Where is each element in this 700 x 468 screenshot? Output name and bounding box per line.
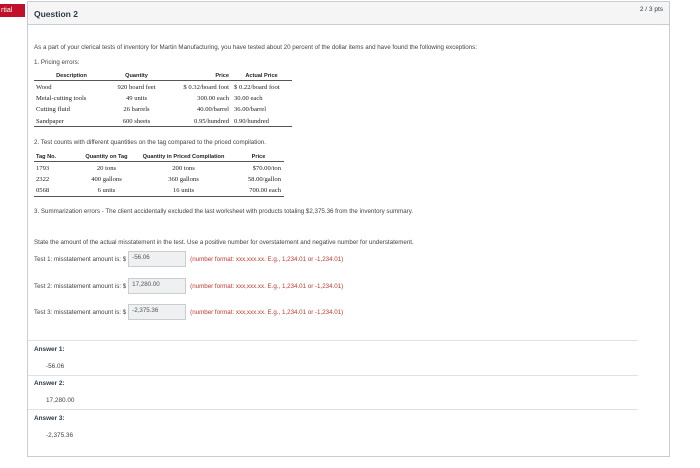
answer-divider [28,375,638,376]
question-header: Question 2 2 / 3 pts [28,2,669,25]
table-header-row: Tag No. Quantity on Tag Quantity in Pric… [34,154,284,162]
answer-2-value: 17,280.00 [46,397,75,404]
table-row: 0568 6 units 16 units 700.00 each [34,184,284,197]
column-header: Price [164,73,232,81]
table-cell: 0.90/hundred [232,115,292,127]
table-cell: 700.00 each [234,184,284,197]
table-cell: 40.00/barrel [196,106,229,114]
table-cell: 300.00 each [197,94,229,102]
column-header: Tag No. [34,154,80,162]
table-cell: 30.00 each [234,94,263,102]
test-1-format-hint: (number format: xxx,xxx.xx. E.g., 1,234.… [190,255,344,263]
test-3-format-hint: (number format: xxx,xxx.xx. E.g., 1,234.… [190,308,344,316]
answer-3-value: -2,375.36 [46,432,74,439]
pricing-errors-table: Description Quantity Price Actual Price … [34,73,292,127]
instruction-text: State the amount of the actual misstatem… [34,239,414,246]
test-2-label: Test 2: misstatement amount is: $ [34,282,127,290]
test-3-input[interactable]: -2,375.36 [128,304,187,320]
question-title: Question 2 [34,9,78,19]
section-2-title: 2. Test counts with different quantities… [34,139,266,146]
table-cell: 920 board feet [117,83,156,91]
test-counts-table: Tag No. Quantity on Tag Quantity in Pric… [34,154,284,197]
table-cell: 0568 [34,184,80,197]
answer-divider [28,340,638,341]
table-cell: 49 units [125,94,148,102]
table-cell: 1793 [36,164,50,172]
column-header: Quantity in Priced Compilation [134,154,234,162]
table-cell: 200 tons [172,164,195,172]
table-row: 2322 400 gallons 360 gallons 58.00/gallo… [34,173,284,185]
test-2-format-hint: (number format: xxx,xxx.xx. E.g., 1,234.… [190,282,344,290]
table-cell: 6 units [80,184,134,197]
table-row: Metal-cutting tools 49 units 300.00 each… [34,92,292,104]
table-cell: 360 gallons [168,175,199,183]
table-row: Cutting fluid 26 barrels 40.00/barrel 36… [34,104,292,116]
answer-divider [28,409,638,410]
test-1-label: Test 1: misstatement amount is: $ [34,255,127,263]
column-header: Quantity [110,73,164,81]
table-row: Sandpaper 600 sheets 0.95/hundred 0.90/h… [34,115,292,127]
table-cell: $70.00/ton [252,164,281,172]
question-card: Question 2 2 / 3 pts As a part of your c… [27,1,670,457]
table-cell: 0.95/hundred [164,115,232,127]
section-1-title: 1. Pricing errors: [34,59,80,66]
table-cell: 600 sheets [110,115,164,127]
table-header-row: Description Quantity Price Actual Price [34,73,292,81]
table-cell: 16 units [134,184,234,197]
table-cell: 20 tons [96,164,117,172]
test-3-label: Test 3: misstatement amount is: $ [34,308,127,316]
table-cell: 58.00/gallon [247,175,281,183]
question-points: 2 / 3 pts [639,6,663,13]
answer-2-label: Answer 2: [34,380,65,387]
table-row: Wood 920 board feet $ 0.32/board foot $ … [34,81,292,93]
table-cell: Cutting fluid [36,106,70,114]
column-header: Description [34,73,110,81]
section-3-text: 3. Summarization errors - The client acc… [34,208,414,215]
test-3-answer-row: Test 3: misstatement amount is: $ -2,375… [34,304,343,320]
table-cell: $ 0.32/board foot [183,83,229,91]
partial-credit-tag: rtial [0,4,25,17]
table-cell: 36.00/barrel [234,106,267,114]
table-cell: 400 gallons [91,175,122,183]
table-cell: Sandpaper [34,115,110,127]
answer-1-label: Answer 1: [34,346,65,353]
table-row: 1793 20 tons 200 tons $70.00/ton [34,162,284,174]
answer-1-value: -56.06 [46,363,65,370]
answer-3-label: Answer 3: [34,415,65,422]
column-header: Actual Price [232,73,292,81]
column-header: Price [234,154,284,162]
table-cell: $ 0.22/board foot [234,83,280,91]
test-1-input[interactable]: -56.06 [128,251,187,267]
test-1-answer-row: Test 1: misstatement amount is: $ -56.06… [34,251,343,267]
question-intro: As a part of your clerical tests of inve… [34,44,477,51]
table-cell: 26 barrels [123,106,150,114]
test-2-input[interactable]: 17,280.00 [128,278,187,294]
column-header: Quantity on Tag [80,154,134,162]
test-2-answer-row: Test 2: misstatement amount is: $ 17,280… [34,278,343,294]
table-cell: 2322 [36,175,50,183]
table-cell: Wood [36,83,52,91]
table-cell: Metal-cutting tools [36,94,87,102]
